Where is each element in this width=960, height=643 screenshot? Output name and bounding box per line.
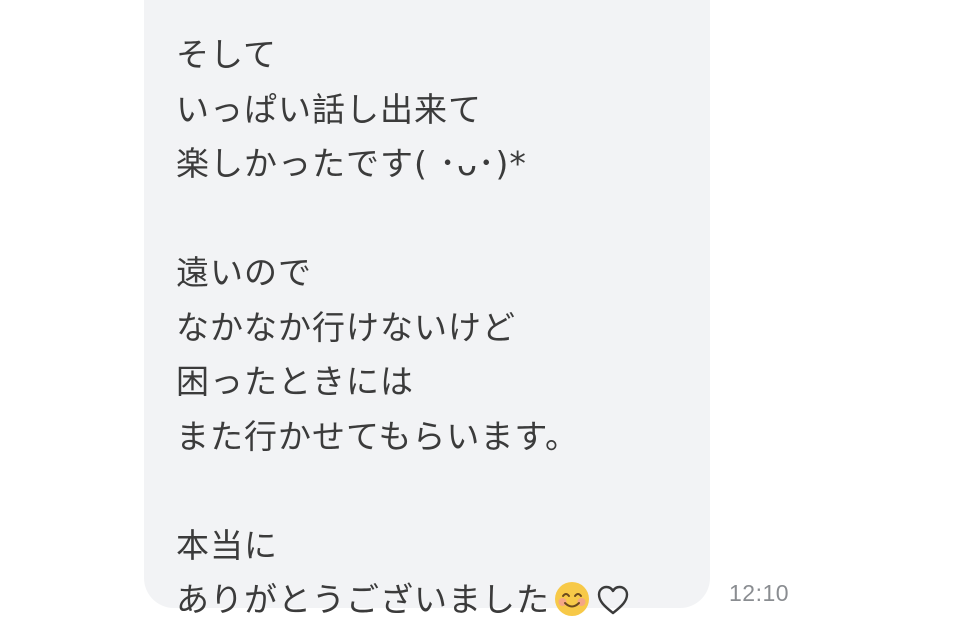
message-line: いっぱい話し出来て	[176, 89, 482, 129]
received-message-bubble[interactable]: そして いっぱい話し出来て 楽しかったです( ･ᴗ･)* 遠いので なかなか行け…	[144, 0, 710, 619]
message-timestamp: 12:10	[729, 580, 790, 606]
message-line: 遠いので	[176, 253, 312, 292]
message-line: 楽しかったです( ･ᴗ･)*	[176, 144, 527, 183]
message-line-text: ありがとうございました	[176, 580, 550, 619]
heart-outline-icon	[596, 578, 630, 633]
smiling-face-emoji-icon	[554, 579, 590, 634]
message-line: 本当に	[176, 525, 278, 565]
message-line: また行かせてもらいます。	[176, 416, 580, 456]
message-last-line: ありがとうございました	[176, 573, 630, 628]
chat-screen: そして いっぱい話し出来て 楽しかったです( ･ᴗ･)* 遠いので なかなか行け…	[0, 0, 960, 643]
message-line: 困ったときには	[176, 362, 414, 401]
message-text: そして いっぱい話し出来て 楽しかったです( ･ᴗ･)* 遠いので なかなか行け…	[176, 28, 630, 628]
message-line: なかなか行けないけど	[176, 307, 516, 347]
message-line: そして	[176, 35, 278, 74]
